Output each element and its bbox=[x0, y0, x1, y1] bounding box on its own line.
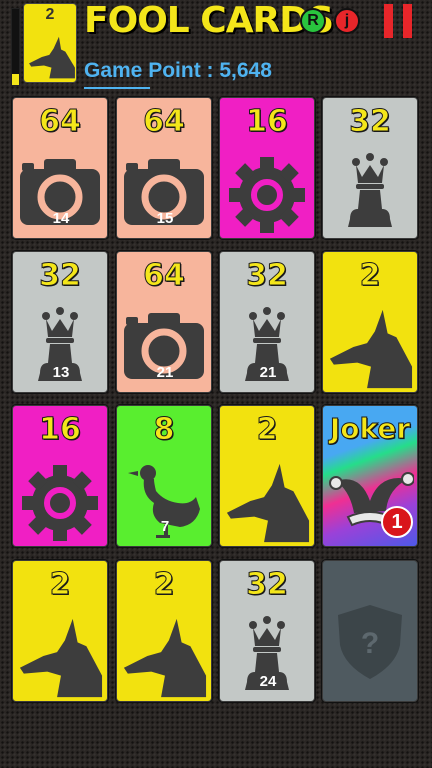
card-value: 32 bbox=[246, 258, 289, 294]
score-underline bbox=[84, 87, 150, 89]
card-value: Joker bbox=[329, 412, 411, 446]
card-shield-question[interactable]: ? bbox=[322, 560, 418, 702]
card-anubis[interactable]: 2 bbox=[12, 560, 108, 702]
current-card-value: 2 bbox=[45, 6, 55, 23]
card-value: 2 bbox=[359, 258, 381, 294]
card-queen[interactable]: 32 bbox=[322, 97, 418, 239]
progress-bar bbox=[11, 8, 20, 86]
card-number: 15 bbox=[156, 210, 174, 227]
anubis-icon bbox=[29, 36, 75, 79]
card-queen[interactable]: 32 24 bbox=[219, 560, 315, 702]
card-number: 7 bbox=[160, 518, 170, 535]
card-gear[interactable]: 16 bbox=[12, 405, 108, 547]
card-value: 32 bbox=[39, 258, 82, 294]
card-camera[interactable]: 64 14 bbox=[12, 97, 108, 239]
pause-bar-left bbox=[384, 4, 393, 38]
card-jester-hat[interactable]: Joker 1 bbox=[322, 405, 418, 547]
j-button[interactable]: j bbox=[334, 8, 360, 34]
card-value: 2 bbox=[153, 567, 175, 603]
progress-fill bbox=[12, 73, 19, 85]
card-value: 8 bbox=[153, 412, 175, 448]
joker-count-badge: 1 bbox=[381, 506, 413, 538]
queen-icon bbox=[348, 153, 392, 227]
pause-bar-right bbox=[403, 4, 412, 38]
card-value: 16 bbox=[246, 104, 289, 140]
r-button[interactable]: R bbox=[300, 8, 326, 34]
card-number: 13 bbox=[52, 364, 70, 381]
card-queen[interactable]: 32 21 bbox=[219, 251, 315, 393]
card-number: 14 bbox=[52, 210, 70, 227]
card-value: 32 bbox=[246, 567, 289, 603]
card-camera[interactable]: 64 15 bbox=[116, 97, 212, 239]
card-number: 21 bbox=[156, 364, 174, 381]
game-point-score: Game Point : 5,648 bbox=[84, 59, 272, 82]
current-card: 2 bbox=[23, 3, 77, 83]
card-number: 21 bbox=[259, 364, 277, 381]
card-value: 64 bbox=[39, 104, 82, 140]
card-anubis[interactable]: 2 bbox=[322, 251, 418, 393]
svg-text:?: ? bbox=[361, 627, 379, 660]
anubis-icon bbox=[19, 618, 103, 698]
card-value: 64 bbox=[143, 104, 186, 140]
anubis-icon bbox=[226, 463, 310, 543]
gear-icon bbox=[22, 465, 98, 541]
card-value: 64 bbox=[143, 258, 186, 294]
card-queen[interactable]: 32 13 bbox=[12, 251, 108, 393]
card-gear[interactable]: 16 bbox=[219, 97, 315, 239]
card-value: 32 bbox=[349, 104, 392, 140]
card-value: 2 bbox=[49, 567, 71, 603]
app-title: FOOL CARDS bbox=[84, 0, 334, 41]
card-value: 16 bbox=[39, 412, 82, 448]
card-camera[interactable]: 64 21 bbox=[116, 251, 212, 393]
anubis-icon bbox=[123, 618, 207, 698]
card-number: 24 bbox=[259, 673, 277, 690]
anubis-icon bbox=[329, 309, 413, 389]
card-anubis[interactable]: 2 bbox=[116, 560, 212, 702]
card-anubis[interactable]: 2 bbox=[219, 405, 315, 547]
card-duck[interactable]: 8 7 bbox=[116, 405, 212, 547]
card-value: 2 bbox=[256, 412, 278, 448]
pause-button[interactable] bbox=[378, 4, 418, 38]
gear-icon bbox=[229, 157, 305, 233]
shield-question-icon: ? bbox=[338, 605, 402, 679]
